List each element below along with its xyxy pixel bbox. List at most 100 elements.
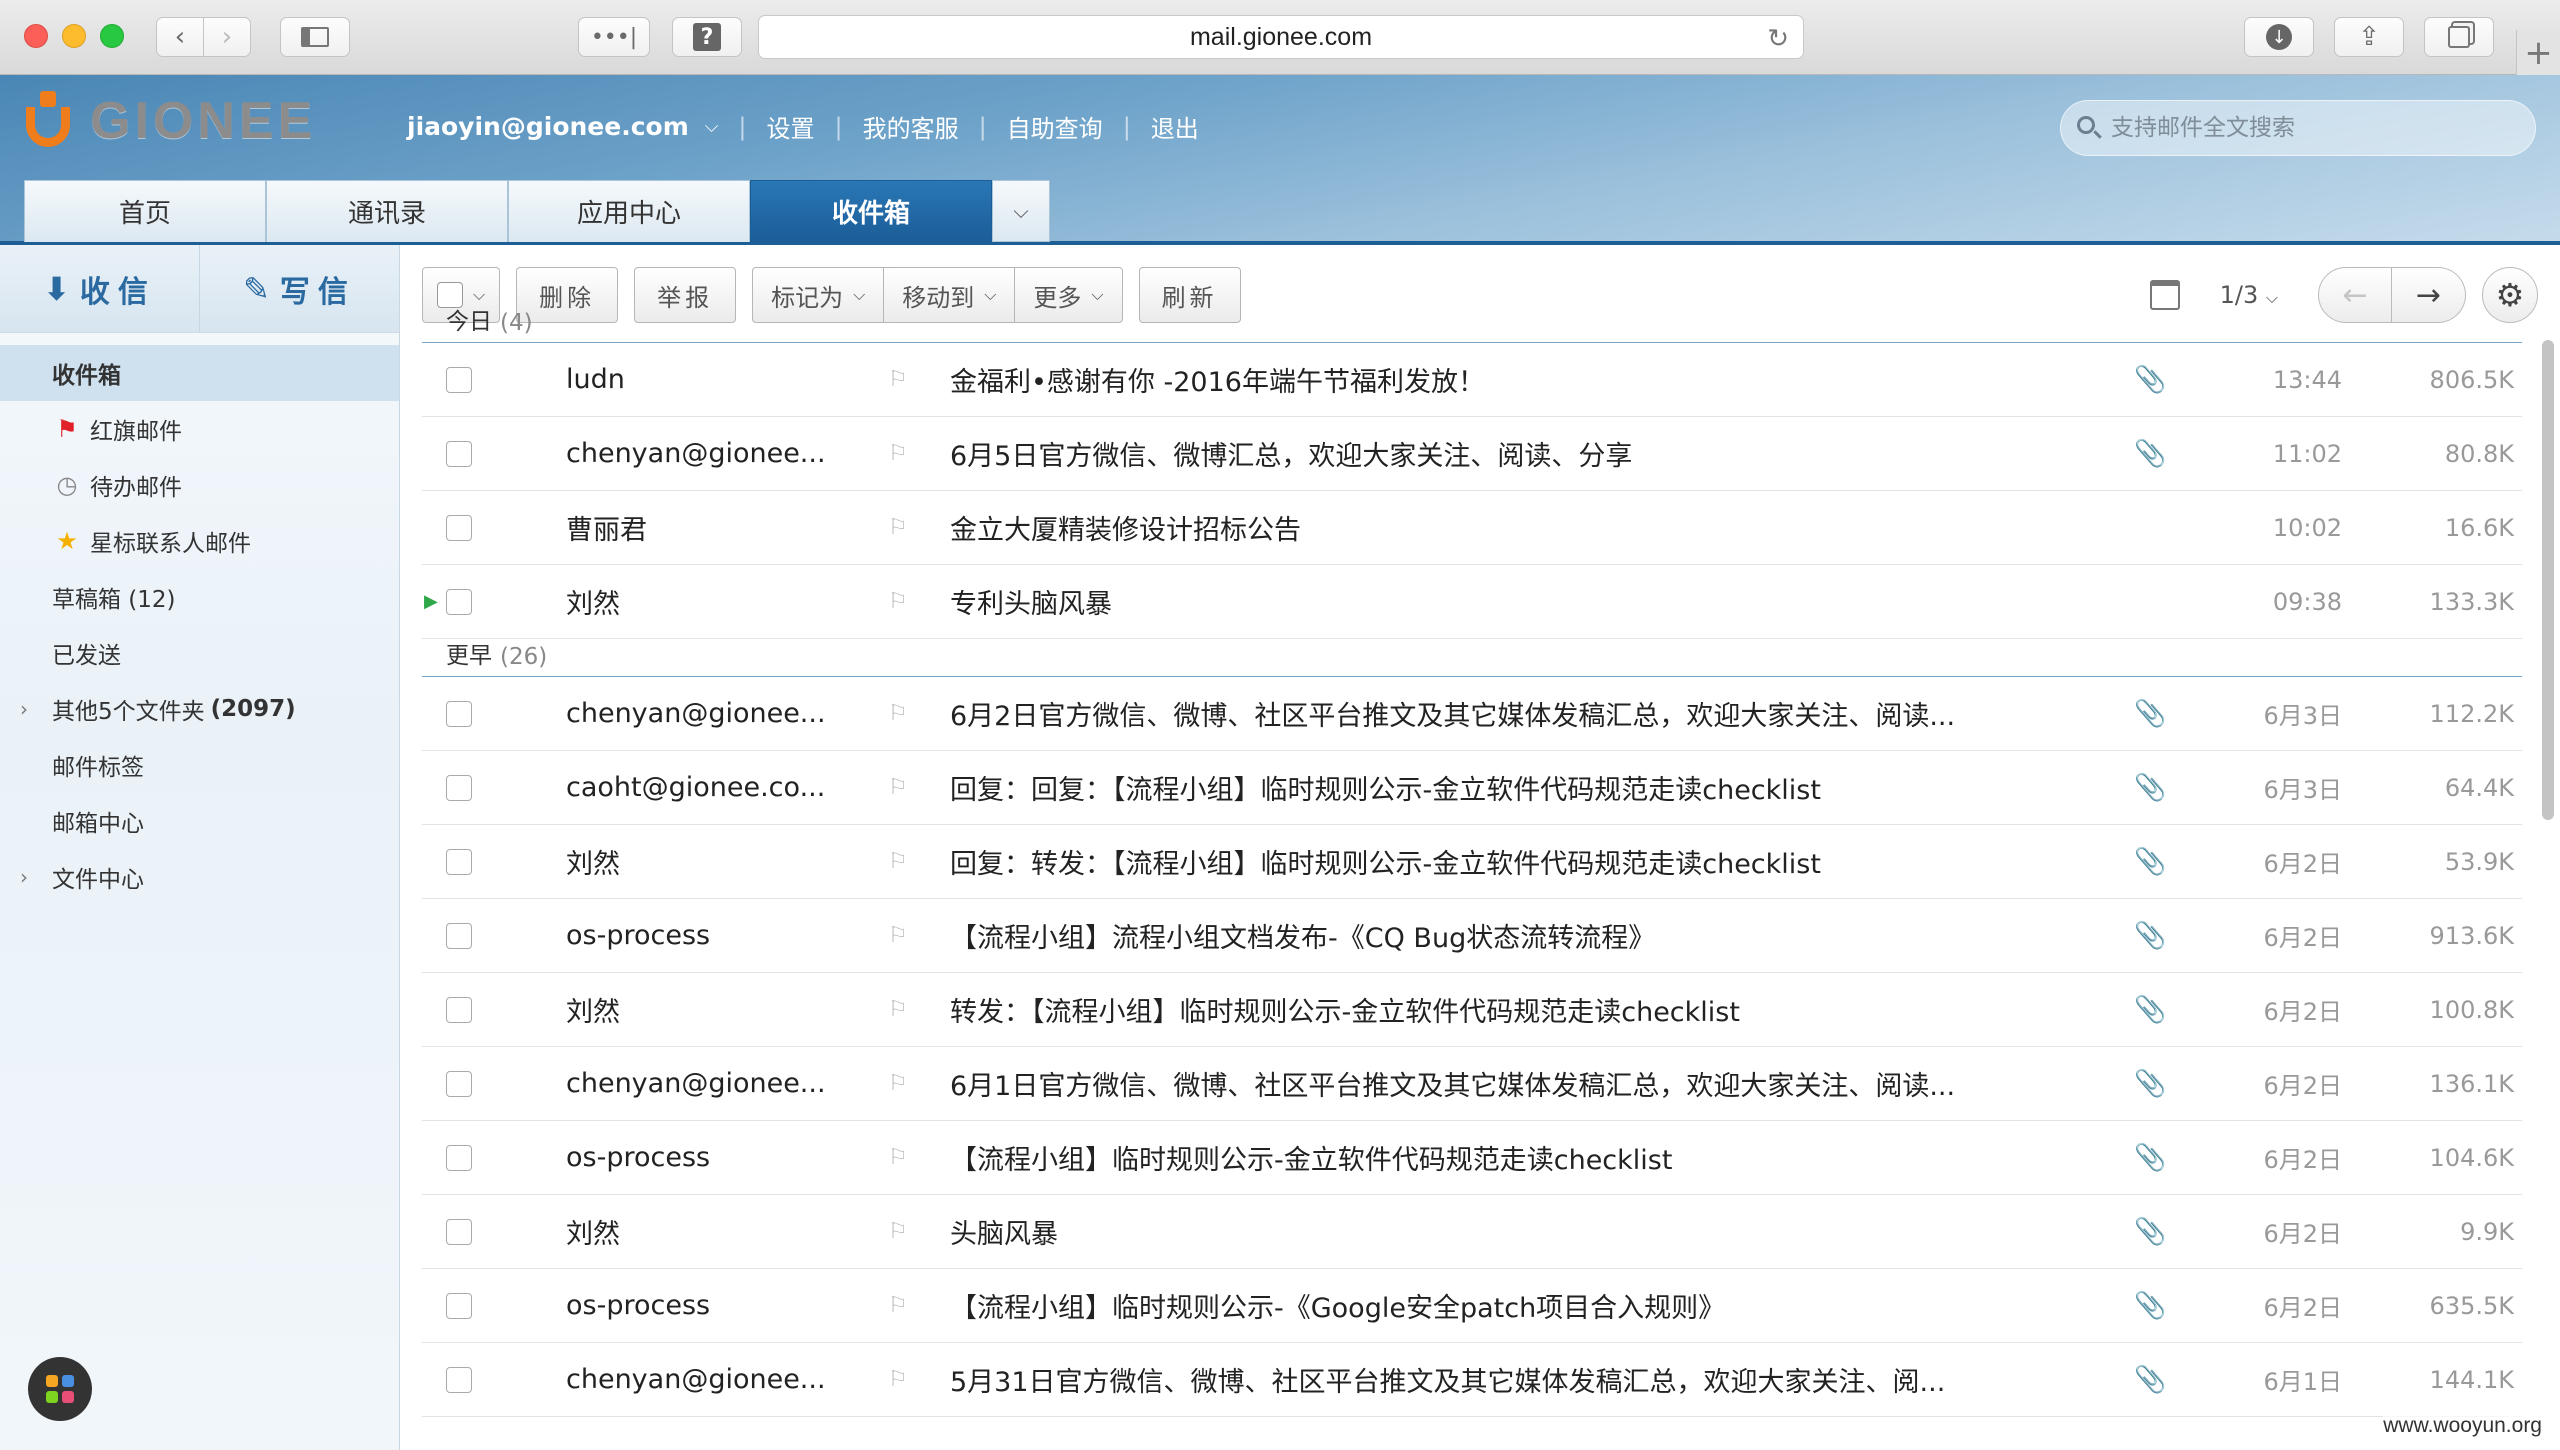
scrollbar[interactable] (2542, 340, 2554, 820)
search-input[interactable] (2111, 115, 2511, 141)
chevron-right-icon[interactable]: › (20, 697, 28, 721)
self-service-link[interactable]: 自助查询 (1007, 109, 1103, 144)
tab-contacts[interactable]: 通讯录 (266, 180, 508, 242)
flag-icon[interactable]: ⚐ (888, 997, 908, 1022)
mail-subject[interactable]: 6月5日官方微信、微博汇总，欢迎大家关注、阅读、分享 (950, 434, 2060, 473)
flag-icon[interactable]: ⚐ (888, 367, 908, 392)
flag-icon[interactable]: ⚐ (888, 1219, 908, 1244)
folder-file-center[interactable]: › 文件中心 (0, 849, 399, 905)
flag-icon[interactable]: ⚐ (888, 1367, 908, 1392)
logout-link[interactable]: 退出 (1151, 109, 1199, 144)
mail-row[interactable]: os-process ⚐ 【流程小组】临时规则公示-《Google安全patch项目… (422, 1269, 2522, 1343)
new-tab-button[interactable]: + (2516, 30, 2560, 75)
mail-subject[interactable]: 头脑风暴 (950, 1212, 2060, 1251)
help-extension-button[interactable]: ? (672, 17, 742, 57)
receive-button[interactable]: ⬇ 收信 (0, 245, 200, 332)
flag-icon[interactable]: ⚐ (888, 1293, 908, 1318)
tabs-overview-button[interactable] (2424, 17, 2494, 57)
mail-row[interactable]: chenyan@gionee... ⚐ 6月5日官方微信、微博汇总，欢迎大家关注、阅… (422, 417, 2522, 491)
tab-app-center[interactable]: 应用中心 (508, 180, 750, 242)
row-checkbox[interactable] (446, 700, 472, 727)
mail-row[interactable]: chenyan@gionee... ⚐ 6月1日官方微信、微博、社区平台推文及其它媒… (422, 1047, 2522, 1121)
reload-icon[interactable]: ↻ (1767, 23, 1789, 54)
mail-row[interactable]: 曹丽君 ⚐ 金立大厦精装修设计招标公告 10:02 16.6K (422, 491, 2522, 565)
folder-mailbox-center[interactable]: 邮箱中心 (0, 793, 399, 849)
mail-subject[interactable]: 转发：【流程小组】临时规则公示-金立软件代码规范走读checklist (950, 990, 2060, 1029)
tab-home[interactable]: 首页 (24, 180, 266, 242)
row-checkbox[interactable] (446, 440, 472, 467)
user-email-menu[interactable]: jiaoyin@gionee.com (407, 112, 689, 141)
row-checkbox[interactable] (446, 848, 472, 875)
flag-icon[interactable]: ⚐ (888, 441, 908, 466)
folder-todo[interactable]: ◷ 待办邮件 (0, 457, 399, 513)
mail-row[interactable]: os-process ⚐ 【流程小组】临时规则公示-金立软件代码规范走读checkl… (422, 1121, 2522, 1195)
extensions-button[interactable]: •••| (578, 17, 650, 57)
folder-other-folders[interactable]: › 其他5个文件夹 (2097) (0, 681, 399, 737)
flag-icon[interactable]: ⚐ (888, 1071, 908, 1096)
flag-icon[interactable]: ⚐ (888, 923, 908, 948)
row-checkbox[interactable] (446, 366, 472, 393)
mail-row[interactable]: 刘然 ⚐ 回复：转发：【流程小组】临时规则公示-金立软件代码规范走读checklis… (422, 825, 2522, 899)
folder-starred-contacts[interactable]: ★ 星标联系人邮件 (0, 513, 399, 569)
mail-subject[interactable]: 【流程小组】流程小组文档发布-《CQ Bug状态流转流程》 (950, 916, 2060, 955)
sidebar-toggle-button[interactable] (280, 17, 350, 57)
flag-icon[interactable]: ⚐ (888, 515, 908, 540)
mail-row[interactable]: ludn ⚐ 金福利•感谢有你 -2016年端午节福利发放！ 📎 13:44 806.5K (422, 343, 2522, 417)
flag-icon[interactable]: ⚐ (888, 701, 908, 726)
chevron-down-icon[interactable]: ⌵ (705, 116, 719, 137)
forward-button[interactable]: › (203, 17, 251, 57)
apps-launcher-button[interactable] (28, 1357, 92, 1421)
mail-subject[interactable]: 6月1日官方微信、微博、社区平台推文及其它媒体发稿汇总，欢迎大家关注、阅读... (950, 1064, 2060, 1103)
mail-row[interactable]: ▶ 刘然 ⚐ 专利头脑风暴 09:38 133.3K (422, 565, 2522, 639)
mail-row[interactable]: os-process ⚐ 【流程小组】流程小组文档发布-《CQ Bug状态流转流程》… (422, 899, 2522, 973)
row-checkbox[interactable] (446, 588, 472, 615)
folder-flagged[interactable]: ⚑ 红旗邮件 (0, 401, 399, 457)
mail-subject[interactable]: 金福利•感谢有你 -2016年端午节福利发放！ (950, 360, 2060, 399)
row-checkbox[interactable] (446, 514, 472, 541)
folder-mail-tags[interactable]: 邮件标签 (0, 737, 399, 793)
mail-row[interactable]: caoht@gionee.co... ⚐ 回复：回复：【流程小组】临时规则公示-金立… (422, 751, 2522, 825)
row-checkbox[interactable] (446, 1070, 472, 1097)
flag-icon[interactable]: ⚐ (888, 1145, 908, 1170)
mail-subject[interactable]: 【流程小组】临时规则公示-《Google安全patch项目合入规则》 (950, 1286, 2060, 1325)
close-window-button[interactable] (24, 24, 48, 48)
mail-row[interactable]: 刘然 ⚐ 头脑风暴 📎 6月2日 9.9K (422, 1195, 2522, 1269)
tabs-more-button[interactable]: ⌵ (992, 180, 1050, 242)
mail-subject[interactable]: 【流程小组】临时规则公示-金立软件代码规范走读checklist (950, 1138, 2060, 1177)
mail-subject[interactable]: 金立大厦精装修设计招标公告 (950, 508, 2060, 547)
folder-inbox[interactable]: 收件箱 (0, 345, 399, 401)
group-header[interactable]: 更早 (26) (422, 639, 2522, 677)
mail-subject[interactable]: 回复：回复：【流程小组】临时规则公示-金立软件代码规范走读checklist (950, 768, 2060, 807)
downloads-button[interactable]: ↓ (2244, 17, 2314, 57)
row-checkbox[interactable] (446, 922, 472, 949)
chevron-right-icon[interactable]: › (20, 865, 28, 889)
flag-icon[interactable]: ⚐ (888, 589, 908, 614)
mail-subject[interactable]: 回复：转发：【流程小组】临时规则公示-金立软件代码规范走读checklist (950, 842, 2060, 881)
mail-subject[interactable]: 6月2日官方微信、微博、社区平台推文及其它媒体发稿汇总，欢迎大家关注、阅读... (950, 694, 2060, 733)
folder-sent[interactable]: 已发送 (0, 625, 399, 681)
mail-row[interactable]: 刘然 ⚐ 转发：【流程小组】临时规则公示-金立软件代码规范走读checklist 📎 6… (422, 973, 2522, 1047)
search-icon[interactable] (2075, 114, 2103, 142)
zoom-window-button[interactable] (100, 24, 124, 48)
mail-row[interactable]: chenyan@gionee... ⚐ 5月31日官方微信、微博、社区平台推文及其它… (422, 1343, 2522, 1417)
folder-drafts[interactable]: 草稿箱 (12) (0, 569, 399, 625)
mail-subject[interactable]: 专利头脑风暴 (950, 582, 2060, 621)
row-checkbox[interactable] (446, 1218, 472, 1245)
mail-row[interactable]: chenyan@gionee... ⚐ 6月2日官方微信、微博、社区平台推文及其它媒… (422, 677, 2522, 751)
address-bar[interactable]: mail.gionee.com ↻ (758, 15, 1804, 59)
back-button[interactable]: ‹ (156, 17, 204, 57)
customer-service-link[interactable]: 我的客服 (863, 109, 959, 144)
row-checkbox[interactable] (446, 996, 472, 1023)
flag-icon[interactable]: ⚐ (888, 775, 908, 800)
row-checkbox[interactable] (446, 1292, 472, 1319)
share-button[interactable]: ⇪ (2334, 17, 2404, 57)
minimize-window-button[interactable] (62, 24, 86, 48)
mail-subject[interactable]: 5月31日官方微信、微博、社区平台推文及其它媒体发稿汇总，欢迎大家关注、阅... (950, 1360, 2060, 1399)
tab-inbox[interactable]: 收件箱 (750, 180, 992, 242)
flag-icon[interactable]: ⚐ (888, 849, 908, 874)
compose-button[interactable]: ✎ 写信 (200, 245, 399, 332)
row-checkbox[interactable] (446, 1366, 472, 1393)
row-checkbox[interactable] (446, 1144, 472, 1171)
row-checkbox[interactable] (446, 774, 472, 801)
settings-link[interactable]: 设置 (767, 109, 815, 144)
